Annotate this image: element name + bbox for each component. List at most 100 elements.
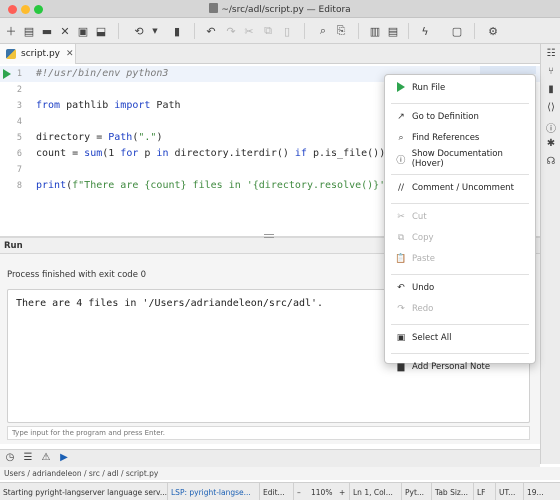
clock-icon[interactable]: ◷ bbox=[3, 452, 17, 466]
paste-icon[interactable]: ▯ bbox=[278, 22, 296, 40]
line-number: 2 bbox=[16, 85, 22, 95]
line-number: 3 bbox=[16, 101, 22, 111]
menu-item-select-all[interactable]: ▣ Select All bbox=[385, 329, 535, 347]
menu-separator bbox=[391, 353, 529, 354]
status-line-ending[interactable]: LF bbox=[474, 483, 496, 500]
undo-icon[interactable]: ↶ bbox=[202, 22, 220, 40]
new-document-icon[interactable]: ▤ bbox=[20, 22, 38, 40]
open-folder-icon[interactable]: ▬ bbox=[38, 22, 56, 40]
window-title: ~/src/adl/script.py — Editora bbox=[0, 3, 560, 15]
menu-item-label: Copy bbox=[412, 233, 434, 243]
line-number: 6 bbox=[16, 149, 22, 159]
menu-item-run-file[interactable]: Run File bbox=[385, 79, 535, 97]
code-token: #!/usr/bin/env python3 bbox=[36, 68, 169, 79]
tree-structure-icon[interactable]: ☷ bbox=[541, 48, 560, 64]
code-text: from pathlib import Path bbox=[36, 100, 181, 111]
menu-item-show-documentation-hover[interactable]: ⓘ Show Documentation (Hover) bbox=[385, 149, 535, 169]
code-token: count = bbox=[36, 148, 85, 159]
minimap-viewport[interactable] bbox=[480, 66, 536, 74]
trash-icon[interactable]: ▮ bbox=[168, 22, 186, 40]
save-icon[interactable]: ▣ bbox=[74, 22, 92, 40]
zoom-in-button[interactable]: + bbox=[336, 483, 350, 500]
find-in-files-icon[interactable]: ⎘ bbox=[332, 22, 350, 40]
warning-icon[interactable]: ⚠ bbox=[39, 452, 53, 466]
menu-item-label: Add Personal Note bbox=[412, 362, 491, 372]
lightning-icon[interactable]: ϟ bbox=[416, 22, 434, 40]
bug-icon[interactable]: ✱ bbox=[541, 138, 560, 154]
close-icon[interactable]: ✕ bbox=[56, 22, 74, 40]
tab-close-icon[interactable]: ✕ bbox=[66, 49, 74, 59]
run-play-icon[interactable]: ▶ bbox=[57, 452, 71, 466]
line-number: 4 bbox=[16, 117, 22, 127]
redo-icon[interactable]: ↷ bbox=[222, 22, 240, 40]
exit-message: Process finished with exit code 0 bbox=[7, 270, 147, 280]
tab-script-py[interactable]: script.py ✕ bbox=[0, 44, 76, 64]
headset-icon[interactable]: ☊ bbox=[541, 156, 560, 172]
split-columns-icon[interactable]: ▥ bbox=[366, 22, 384, 40]
run-icon bbox=[394, 81, 408, 95]
cut-icon[interactable]: ✂ bbox=[240, 22, 258, 40]
tasks-list-icon[interactable]: ☰ bbox=[21, 452, 35, 466]
info-circle-icon[interactable]: ⓘ bbox=[541, 120, 560, 136]
menu-item-comment-uncomment[interactable]: // Comment / Uncomment bbox=[385, 179, 535, 197]
settings-gear-icon[interactable]: ⚙ bbox=[484, 22, 502, 40]
menu-item-add-personal-note[interactable]: ▆ Add Personal Note bbox=[385, 358, 535, 376]
copy-icon[interactable]: ⧉ bbox=[259, 22, 277, 40]
code-brackets-icon[interactable]: ⟨⟩ bbox=[541, 102, 560, 118]
status-zoom[interactable]: 110% bbox=[308, 483, 336, 500]
menu-item-label: Redo bbox=[412, 304, 434, 314]
menu-item-label: Cut bbox=[412, 212, 427, 222]
menu-separator bbox=[391, 174, 529, 175]
scissors-icon: ✂ bbox=[397, 212, 405, 222]
bottom-tool-bar: ◷ ☰ ⚠ ▶ bbox=[0, 449, 540, 467]
file-icon bbox=[209, 3, 219, 13]
line-number: 5 bbox=[16, 133, 22, 143]
code-text: directory = Path(".") bbox=[36, 132, 162, 143]
status-edit-mode[interactable]: Edit... bbox=[260, 483, 294, 500]
save-as-icon[interactable]: ⬓ bbox=[92, 22, 110, 40]
frame-icon[interactable]: ▢ bbox=[448, 22, 466, 40]
menu-item-paste[interactable]: 📋 Paste bbox=[385, 250, 535, 268]
status-language[interactable]: Pyt... bbox=[402, 483, 432, 500]
program-input-field[interactable] bbox=[7, 426, 530, 440]
status-extra[interactable]: 19... bbox=[524, 483, 560, 500]
comment-slashes-icon: // bbox=[397, 183, 405, 193]
code-token: for bbox=[120, 148, 139, 159]
code-token: "." bbox=[138, 132, 157, 143]
menu-item-redo[interactable]: ↷ Redo bbox=[385, 300, 535, 318]
code-token: print bbox=[36, 180, 67, 191]
bookmark-icon[interactable]: ▮ bbox=[541, 84, 560, 100]
note-icon: ▆ bbox=[397, 362, 405, 372]
breadcrumb[interactable]: Users / adriandeleon / src / adl / scrip… bbox=[0, 467, 560, 480]
redo-icon: ↷ bbox=[397, 304, 405, 314]
undo-icon: ↶ bbox=[397, 283, 405, 293]
menu-item-copy[interactable]: ⧉ Copy bbox=[385, 229, 535, 247]
zoom-out-button[interactable]: – bbox=[294, 483, 308, 500]
split-rows-icon[interactable]: ▤ bbox=[384, 22, 402, 40]
info-icon: ⓘ bbox=[396, 155, 406, 166]
menu-item-cut[interactable]: ✂ Cut bbox=[385, 208, 535, 226]
menu-item-go-to-definition[interactable]: ↗ Go to Definition bbox=[385, 108, 535, 126]
code-text: print(f"There are {count} files in '{dir… bbox=[36, 180, 403, 191]
dropdown-chevron-icon[interactable]: ▼ bbox=[146, 22, 164, 40]
status-encoding[interactable]: UT... bbox=[496, 483, 524, 500]
menu-item-label: Run File bbox=[412, 83, 446, 93]
status-position[interactable]: Ln 1, Col... bbox=[350, 483, 402, 500]
title-bar: ~/src/adl/script.py — Editora bbox=[0, 0, 560, 18]
search-icon[interactable]: ⌕ bbox=[314, 22, 332, 40]
new-file-icon[interactable]: ＋ bbox=[2, 22, 20, 40]
status-tab-size[interactable]: Tab Siz... bbox=[432, 483, 474, 500]
menu-item-label: Go to Definition bbox=[412, 112, 479, 122]
menu-item-undo[interactable]: ↶ Undo bbox=[385, 279, 535, 297]
hierarchy-icon[interactable]: ⑂ bbox=[541, 66, 560, 82]
menu-item-find-references[interactable]: ⌕ Find References bbox=[385, 129, 535, 147]
python-file-icon bbox=[6, 49, 16, 59]
arrow-up-right-icon: ↗ bbox=[397, 112, 405, 122]
code-token: (1 bbox=[102, 148, 121, 159]
code-token: directory = bbox=[36, 132, 109, 143]
status-lsp[interactable]: LSP: pyright-langse... bbox=[168, 483, 260, 500]
tab-label: script.py bbox=[21, 49, 60, 59]
toolbar-separator bbox=[358, 23, 359, 39]
status-message: Starting pyright-langserver language ser… bbox=[0, 483, 168, 500]
menu-item-label: Undo bbox=[412, 283, 435, 293]
